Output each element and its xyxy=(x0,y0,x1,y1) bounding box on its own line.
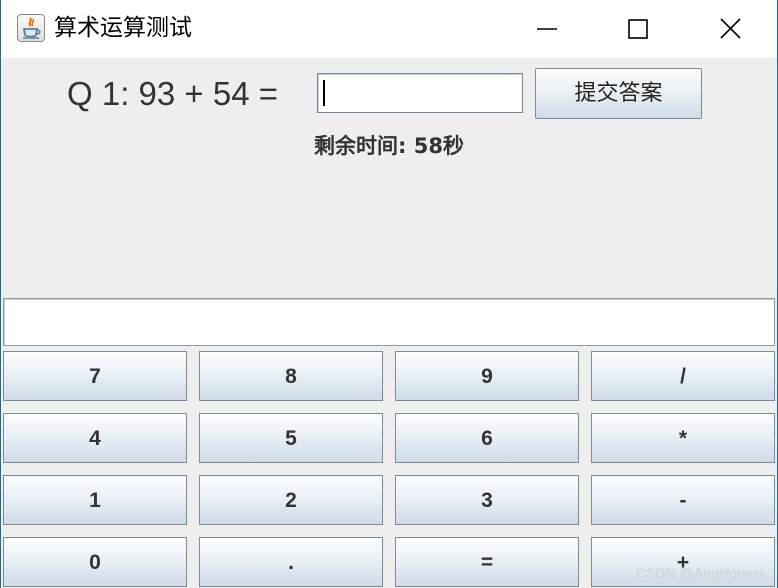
timer-label: 剩余时间: xyxy=(314,134,414,158)
key-6[interactable]: 6 xyxy=(395,413,579,463)
answer-input[interactable] xyxy=(317,73,523,113)
key-5[interactable]: 5 xyxy=(199,413,383,463)
key-divide[interactable]: / xyxy=(591,351,775,401)
app-window: 算术运算测试 Q 1: 93 + 54 = 提交答案 剩余时间: 58秒 7 8… xyxy=(0,0,778,588)
submit-answer-button[interactable]: 提交答案 xyxy=(535,68,702,119)
java-icon xyxy=(17,14,45,42)
timer-unit: 秒 xyxy=(442,134,464,158)
close-icon xyxy=(720,18,741,39)
key-0[interactable]: 0 xyxy=(3,537,187,587)
close-button[interactable] xyxy=(683,0,777,58)
question-label: Q 1: 93 + 54 = xyxy=(67,75,278,112)
key-1[interactable]: 1 xyxy=(3,475,187,525)
key-7[interactable]: 7 xyxy=(3,351,187,401)
minimize-button[interactable] xyxy=(499,0,595,58)
key-decimal[interactable]: . xyxy=(199,537,383,587)
window-title: 算术运算测试 xyxy=(54,15,192,41)
minimize-icon xyxy=(537,28,557,30)
key-9[interactable]: 9 xyxy=(395,351,579,401)
maximize-button[interactable] xyxy=(590,0,686,58)
title-bar[interactable]: 算术运算测试 xyxy=(1,0,777,58)
key-subtract[interactable]: - xyxy=(591,475,775,525)
key-3[interactable]: 3 xyxy=(395,475,579,525)
timer-seconds: 58 xyxy=(413,134,443,158)
calculator-display[interactable] xyxy=(3,298,775,346)
key-8[interactable]: 8 xyxy=(199,351,383,401)
remaining-time: 剩余时间: 58秒 xyxy=(1,131,777,161)
maximize-icon xyxy=(628,19,648,39)
key-equals[interactable]: = xyxy=(395,537,579,587)
key-2[interactable]: 2 xyxy=(199,475,383,525)
watermark: CSDN @Angeloowo xyxy=(635,565,763,581)
key-4[interactable]: 4 xyxy=(3,413,187,463)
text-caret xyxy=(323,80,325,106)
key-multiply[interactable]: * xyxy=(591,413,775,463)
